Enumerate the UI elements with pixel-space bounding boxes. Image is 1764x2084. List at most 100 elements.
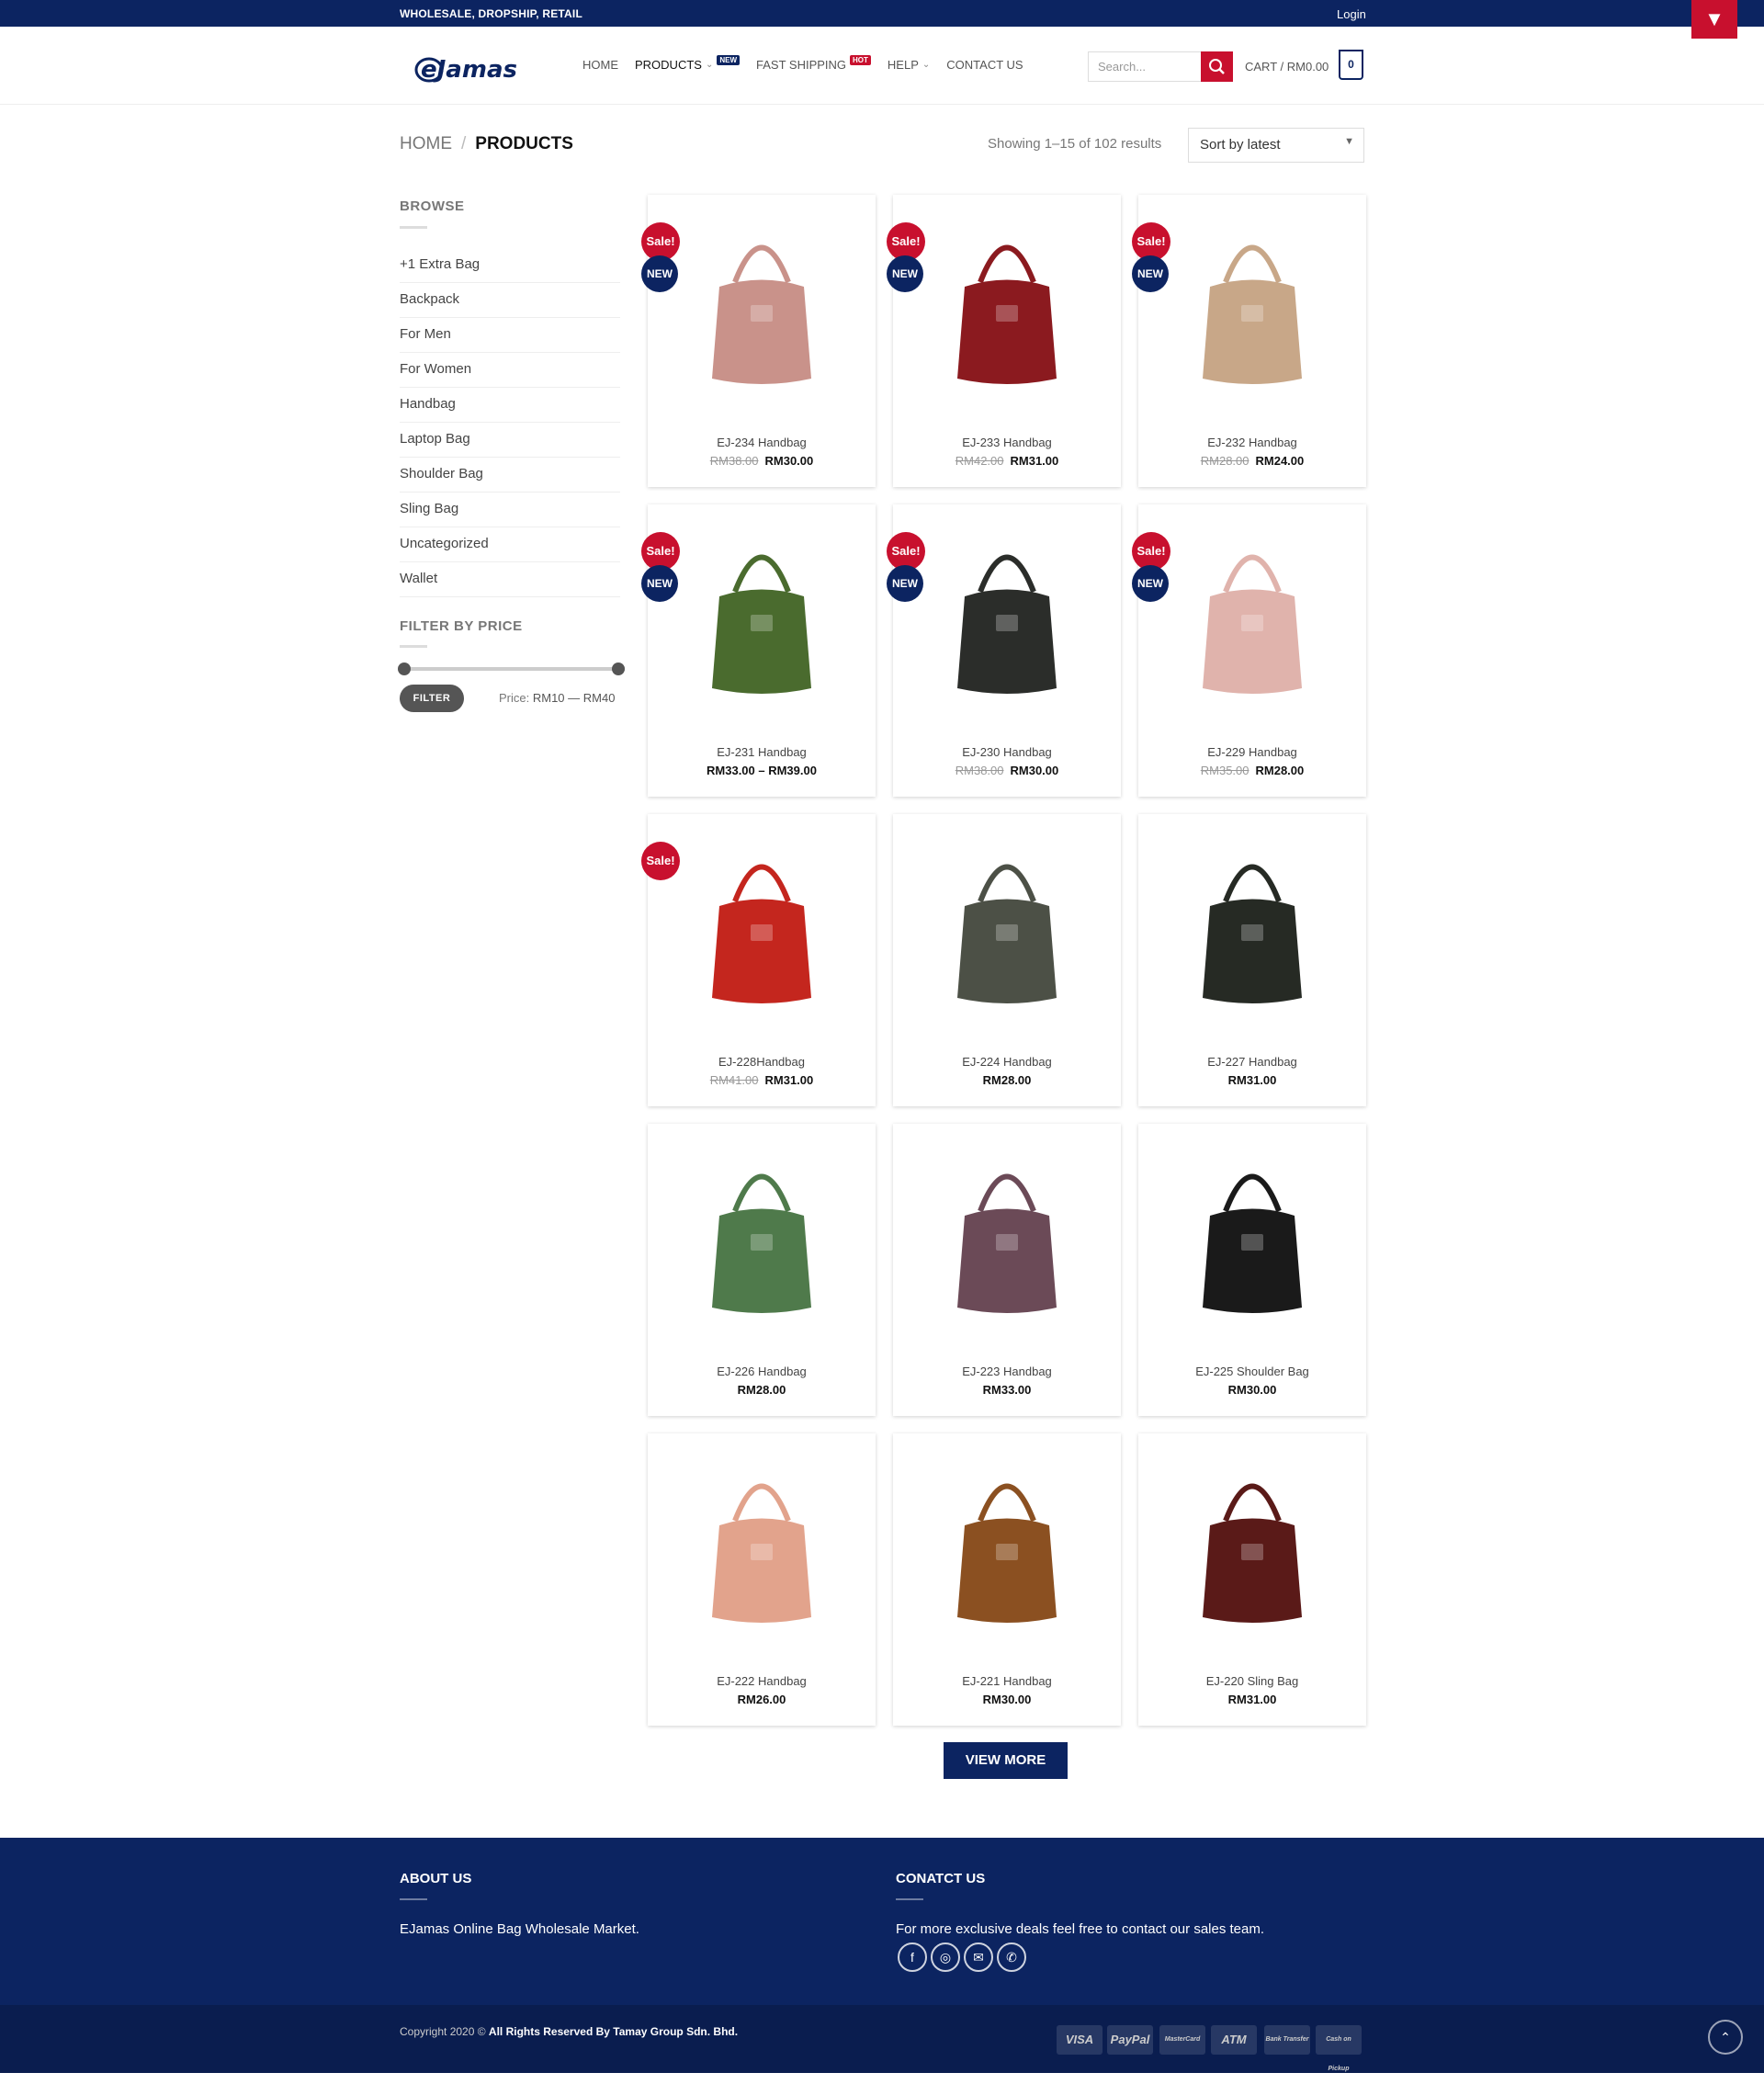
filter-title: FILTER BY PRICE: [400, 618, 523, 634]
email-icon[interactable]: ✉: [964, 1942, 993, 1972]
product-name[interactable]: EJ-230 Handbag: [893, 745, 1121, 759]
about-title: ABOUT US: [400, 1871, 472, 1886]
product-card[interactable]: Sale! NEW EJ-233 Handbag RM42.00 RM31.00: [887, 195, 1121, 487]
product-name[interactable]: EJ-225 Shoulder Bag: [1138, 1365, 1366, 1378]
sort-select-value: Sort by latest: [1200, 137, 1281, 153]
sort-select[interactable]: Sort by latest ▼: [1188, 128, 1364, 163]
category-link[interactable]: Wallet: [400, 562, 620, 597]
payment-atm-icon: ATM: [1211, 2025, 1257, 2055]
view-more-button[interactable]: VIEW MORE: [944, 1742, 1068, 1779]
category-link[interactable]: Sling Bag: [400, 493, 620, 527]
product-card[interactable]: Sale! NEW EJ-232 Handbag RM28.00 RM24.00: [1132, 195, 1366, 487]
category-link[interactable]: For Men: [400, 318, 620, 353]
login-link[interactable]: Login: [1337, 7, 1366, 21]
product-image[interactable]: [648, 195, 876, 408]
product-name[interactable]: EJ-229 Handbag: [1138, 745, 1366, 759]
product-image[interactable]: [1138, 504, 1366, 718]
tagline: WHOLESALE, DROPSHIP, RETAIL: [400, 7, 582, 20]
category-link[interactable]: Backpack: [400, 283, 620, 318]
product-name[interactable]: EJ-221 Handbag: [893, 1674, 1121, 1688]
product-image[interactable]: [648, 814, 876, 1027]
search-button[interactable]: [1201, 51, 1233, 82]
product-card[interactable]: EJ-226 Handbag RM28.00: [648, 1124, 876, 1416]
product-image[interactable]: [893, 504, 1121, 718]
nav-item-home[interactable]: HOME: [582, 58, 618, 72]
product-image[interactable]: [648, 1124, 876, 1337]
nav-item-help[interactable]: HELP ⌄: [888, 58, 930, 72]
product-price: RM30.00: [893, 1693, 1121, 1706]
breadcrumb-home[interactable]: HOME: [400, 134, 452, 153]
product-card[interactable]: EJ-225 Shoulder Bag RM30.00: [1138, 1124, 1366, 1416]
result-count: Showing 1–15 of 102 results: [988, 136, 1162, 152]
product-name[interactable]: EJ-226 Handbag: [648, 1365, 876, 1378]
price-label: Price:: [499, 691, 530, 705]
product-price: RM35.00 RM28.00: [1138, 764, 1366, 777]
product-card[interactable]: EJ-221 Handbag RM30.00: [893, 1433, 1121, 1726]
product-price: RM41.00 RM31.00: [648, 1073, 876, 1087]
product-image[interactable]: [1138, 195, 1366, 408]
facebook-icon[interactable]: f: [898, 1942, 927, 1972]
category-link[interactable]: Shoulder Bag: [400, 458, 620, 493]
chevron-down-icon: ▼: [1344, 136, 1354, 147]
phone-icon[interactable]: ✆: [997, 1942, 1026, 1972]
header: eJamas HOME PRODUCTS ⌄ NEW FAST SHIPPING HOT H…: [0, 27, 1764, 105]
price-slider-max-handle[interactable]: [612, 663, 625, 675]
product-card[interactable]: EJ-227 Handbag RM31.00: [1138, 814, 1366, 1106]
product-price: RM38.00 RM30.00: [893, 764, 1121, 777]
product-name[interactable]: EJ-224 Handbag: [893, 1055, 1121, 1069]
product-image[interactable]: [648, 1433, 876, 1647]
product-price: RM42.00 RM31.00: [893, 454, 1121, 468]
product-image[interactable]: [1138, 1124, 1366, 1337]
nav-item-fast-shipping[interactable]: FAST SHIPPING HOT: [756, 55, 871, 72]
product-card[interactable]: EJ-223 Handbag RM33.00: [893, 1124, 1121, 1416]
nav-item-label: FAST SHIPPING: [756, 58, 847, 72]
category-link[interactable]: Uncategorized: [400, 527, 620, 562]
back-to-top-button[interactable]: ⌃: [1708, 2020, 1743, 2055]
product-card[interactable]: Sale! NEW EJ-231 Handbag RM33.00 – RM39.00: [641, 504, 876, 797]
product-name[interactable]: EJ-222 Handbag: [648, 1674, 876, 1688]
nav-item-contact-us[interactable]: CONTACT US: [946, 58, 1023, 72]
product-name[interactable]: EJ-233 Handbag: [893, 436, 1121, 449]
product-name[interactable]: EJ-234 Handbag: [648, 436, 876, 449]
new-badge: NEW: [1132, 255, 1169, 292]
product-card[interactable]: EJ-224 Handbag RM28.00: [893, 814, 1121, 1106]
breadcrumb-current: PRODUCTS: [475, 134, 573, 153]
category-link[interactable]: For Women: [400, 353, 620, 388]
product-name[interactable]: EJ-231 Handbag: [648, 745, 876, 759]
instagram-icon[interactable]: ◎: [931, 1942, 960, 1972]
nav-item-products[interactable]: PRODUCTS ⌄ NEW: [635, 55, 741, 72]
product-image[interactable]: [648, 504, 876, 718]
price-slider[interactable]: [398, 663, 625, 675]
product-name[interactable]: EJ-227 Handbag: [1138, 1055, 1366, 1069]
category-link[interactable]: +1 Extra Bag: [400, 248, 620, 283]
cart-count-icon[interactable]: 0: [1339, 50, 1363, 80]
site-logo[interactable]: eJamas: [413, 47, 542, 85]
product-card[interactable]: Sale! NEW EJ-230 Handbag RM38.00 RM30.00: [887, 504, 1121, 797]
product-card[interactable]: Sale! NEW EJ-229 Handbag RM35.00 RM28.00: [1132, 504, 1366, 797]
cart-link[interactable]: CART / RM0.00: [1245, 60, 1329, 74]
product-card[interactable]: EJ-222 Handbag RM26.00: [648, 1433, 876, 1726]
product-name[interactable]: EJ-223 Handbag: [893, 1365, 1121, 1378]
price-slider-min-handle[interactable]: [398, 663, 411, 675]
product-card[interactable]: Sale! EJ-228Handbag RM41.00 RM31.00: [641, 814, 876, 1106]
product-image[interactable]: [893, 1433, 1121, 1647]
product-image[interactable]: [893, 195, 1121, 408]
product-current-price: RM30.00: [764, 454, 814, 468]
product-name[interactable]: EJ-220 Sling Bag: [1138, 1674, 1366, 1688]
product-name[interactable]: EJ-228Handbag: [648, 1055, 876, 1069]
product-card[interactable]: EJ-220 Sling Bag RM31.00: [1138, 1433, 1366, 1726]
product-image[interactable]: [893, 1124, 1121, 1337]
category-link[interactable]: Laptop Bag: [400, 423, 620, 458]
filter-button[interactable]: FILTER: [400, 685, 464, 712]
category-link[interactable]: Handbag: [400, 388, 620, 423]
corner-toggle-button[interactable]: ▼: [1691, 0, 1737, 39]
product-price: RM30.00: [1138, 1383, 1366, 1397]
product-price: RM33.00 – RM39.00: [648, 764, 876, 777]
nav-item-label: PRODUCTS: [635, 58, 702, 72]
product-name[interactable]: EJ-232 Handbag: [1138, 436, 1366, 449]
product-card[interactable]: Sale! NEW EJ-234 Handbag RM38.00 RM30.00: [641, 195, 876, 487]
product-image[interactable]: [893, 814, 1121, 1027]
product-image[interactable]: [1138, 1433, 1366, 1647]
product-image[interactable]: [1138, 814, 1366, 1027]
product-old-price: RM35.00: [1200, 764, 1250, 777]
